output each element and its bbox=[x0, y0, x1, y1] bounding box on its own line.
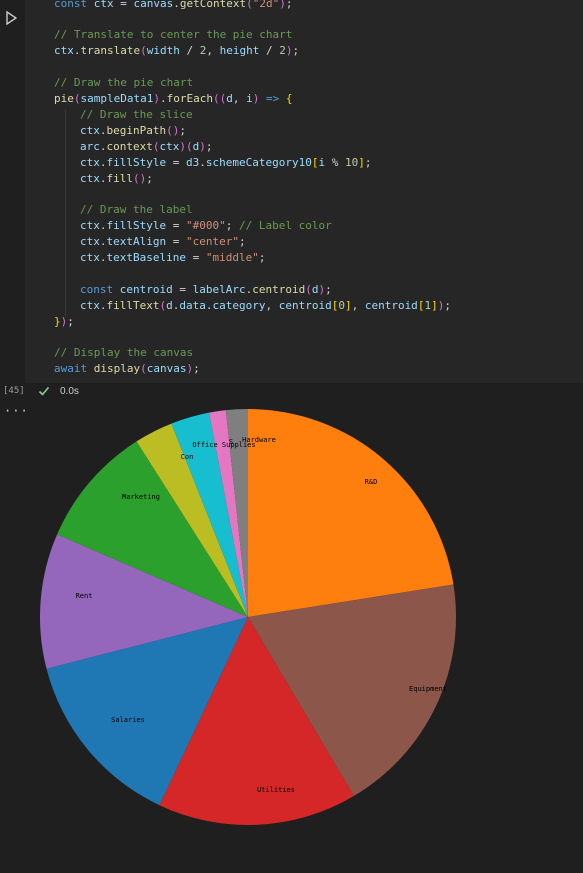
pie-label: Marketing bbox=[122, 493, 160, 501]
pie-label: R&D bbox=[365, 478, 378, 486]
code-line[interactable]: pie(sampleData1).forEach((d, i) => { bbox=[54, 91, 292, 107]
pie-label: Con bbox=[181, 453, 194, 461]
code-line[interactable]: const ctx = canvas.getContext("2d"); bbox=[54, 0, 292, 12]
code-line[interactable]: // Draw the slice bbox=[80, 107, 193, 123]
code-line[interactable]: }); bbox=[54, 314, 74, 330]
code-line[interactable]: ctx.textAlign = "center"; bbox=[80, 234, 246, 250]
code-line[interactable]: ctx.fillStyle = "#000"; // Label color bbox=[80, 218, 332, 234]
cell-gutter bbox=[0, 0, 25, 383]
pie-chart-svg: R&D Equipment Utilities Salaries Rent Marketi… bbox=[39, 409, 456, 825]
pie-label: Rent bbox=[76, 592, 93, 600]
code-line[interactable]: // Translate to center the pie chart bbox=[54, 27, 292, 43]
code-editor[interactable]: const ctx = canvas.getContext("2d"); // T… bbox=[25, 0, 583, 383]
code-line[interactable]: await display(canvas); bbox=[54, 361, 200, 377]
pie-label: Utilities bbox=[257, 786, 295, 794]
play-icon[interactable] bbox=[5, 11, 17, 25]
pie-label: S bbox=[229, 438, 233, 446]
pie-label: Hardware bbox=[242, 436, 276, 444]
code-line[interactable]: const centroid = labelArc.centroid(d); bbox=[80, 282, 332, 298]
pie-label: Salaries bbox=[111, 716, 145, 724]
code-line[interactable]: // Display the canvas bbox=[54, 345, 193, 361]
pie-slice-r-d bbox=[248, 409, 454, 617]
indent-guide bbox=[65, 110, 66, 316]
code-line[interactable]: ctx.translate(width / 2, height / 2); bbox=[54, 43, 299, 59]
execution-time: 0.0s bbox=[60, 386, 79, 397]
cell-status-row: [45] 0.0s bbox=[0, 383, 583, 402]
pie-chart: R&D Equipment Utilities Salaries Rent Marketi… bbox=[39, 408, 458, 832]
code-line[interactable]: ctx.fillStyle = d3.schemeCategory10[i % … bbox=[80, 155, 371, 171]
code-line[interactable]: // Draw the label bbox=[80, 202, 193, 218]
code-line[interactable]: ctx.beginPath(); bbox=[80, 123, 186, 139]
code-line[interactable]: // Draw the pie chart bbox=[54, 75, 193, 91]
code-line[interactable]: arc.context(ctx)(d); bbox=[80, 139, 212, 155]
ellipsis-icon[interactable]: ··· bbox=[4, 404, 29, 418]
code-line[interactable]: ctx.textBaseline = "middle"; bbox=[80, 250, 265, 266]
code-line[interactable]: ctx.fill(); bbox=[80, 171, 153, 187]
pie-label: Equipment bbox=[409, 685, 447, 693]
code-cell[interactable]: const ctx = canvas.getContext("2d"); // T… bbox=[0, 0, 583, 383]
code-line[interactable]: ctx.fillText(d.data.category, centroid[0… bbox=[80, 298, 451, 314]
checkmark-icon bbox=[38, 386, 50, 396]
execution-count: [45] bbox=[3, 386, 25, 396]
